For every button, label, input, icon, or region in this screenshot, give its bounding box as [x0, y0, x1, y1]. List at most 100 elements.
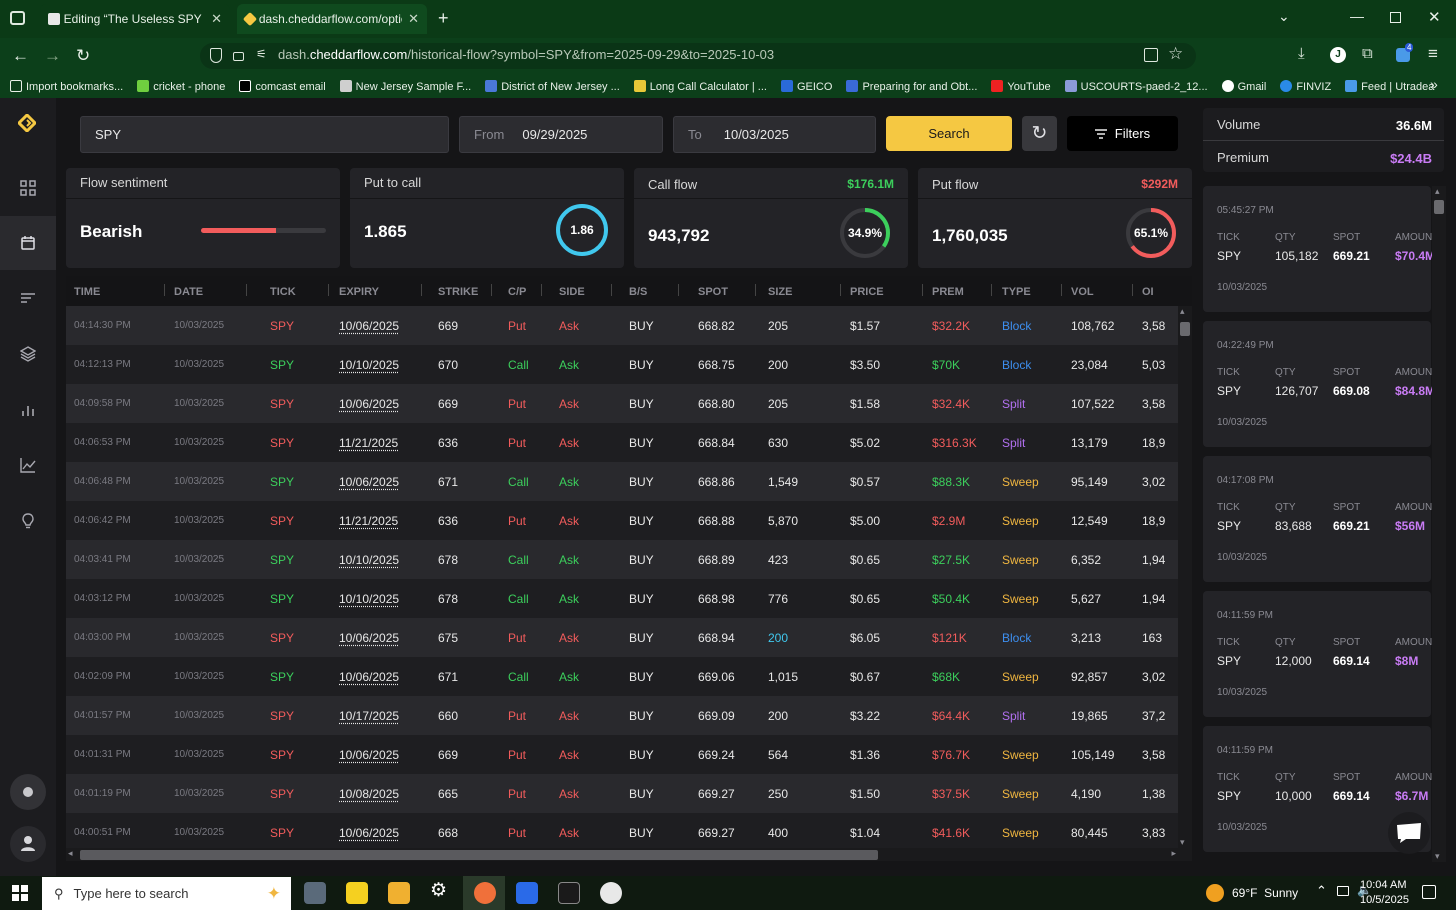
table-row[interactable]: 04:14:30 PM 10/03/2025 SPY 10/06/2025 669 Put… [66, 306, 1192, 345]
column-header-time[interactable]: TIME [74, 286, 100, 298]
column-separator[interactable] [678, 284, 679, 296]
column-header-oi[interactable]: OI [1142, 286, 1154, 298]
user-avatar-icon[interactable] [10, 826, 46, 862]
taskbar-search[interactable]: ⚲ Type here to search ✦ [42, 877, 291, 910]
filters-button[interactable]: Filters [1067, 116, 1178, 151]
close-tab-icon[interactable]: ✕ [205, 11, 222, 27]
cell-expiry[interactable]: 10/06/2025 [339, 631, 399, 645]
bookmark-youtube[interactable]: YouTube [991, 79, 1051, 93]
bookmark-finviz[interactable]: FINVIZ [1280, 79, 1331, 93]
close-tab-icon[interactable]: ✕ [402, 11, 419, 27]
bar-chart-icon[interactable] [14, 396, 42, 424]
settings-icon[interactable]: ⚙ [430, 879, 447, 902]
column-separator[interactable] [840, 284, 841, 296]
table-row[interactable]: 04:06:42 PM 10/03/2025 SPY 11/21/2025 636 Put… [66, 501, 1192, 540]
outlook-icon[interactable] [516, 882, 538, 904]
bookmark-nj-sample[interactable]: New Jersey Sample F... [339, 79, 471, 93]
scroll-up-icon[interactable]: ▴ [1180, 306, 1185, 317]
weather-text[interactable]: 69°F Sunny [1232, 886, 1298, 900]
new-tab-icon[interactable]: + [438, 8, 449, 29]
column-separator[interactable] [1061, 284, 1062, 296]
column-separator[interactable] [328, 284, 329, 296]
to-date-input[interactable]: To 10/03/2025 [673, 116, 876, 153]
column-header-cp[interactable]: C/P [508, 286, 526, 298]
column-header-size[interactable]: SIZE [768, 286, 792, 298]
dashboard-grid-icon[interactable] [14, 174, 42, 202]
account-icon[interactable]: J [1330, 47, 1346, 63]
lightbulb-icon[interactable] [14, 507, 42, 535]
start-icon[interactable] [12, 885, 28, 901]
line-chart-icon[interactable] [14, 451, 42, 479]
bookmark-geico[interactable]: GEICO [780, 79, 832, 93]
tradingview-icon[interactable] [558, 882, 580, 904]
column-header-tick[interactable]: TICK [270, 286, 296, 298]
filter-list-icon[interactable] [14, 284, 42, 312]
firefox-icon[interactable] [474, 882, 496, 904]
column-header-bs[interactable]: B/S [629, 286, 647, 298]
theme-toggle-icon[interactable] [10, 774, 46, 810]
bookmark-cricket[interactable]: cricket - phone [137, 79, 225, 93]
back-icon[interactable]: ← [12, 46, 29, 66]
cell-expiry[interactable]: 11/21/2025 [339, 514, 398, 528]
column-header-side[interactable]: SIDE [559, 286, 585, 298]
bookmark-gmail[interactable]: Gmail [1221, 79, 1266, 93]
cell-expiry[interactable]: 10/06/2025 [339, 397, 399, 411]
scroll-down-icon[interactable]: ▾ [1180, 837, 1185, 848]
cell-expiry[interactable]: 10/06/2025 [339, 670, 399, 684]
table-row[interactable]: 04:01:57 PM 10/03/2025 SPY 10/17/2025 660 Put… [66, 696, 1192, 735]
paint-icon[interactable] [600, 882, 622, 904]
cheddarflow-logo-icon[interactable] [16, 112, 38, 134]
table-row[interactable]: 04:12:13 PM 10/03/2025 SPY 10/10/2025 670 Cal… [66, 345, 1192, 384]
cell-expiry[interactable]: 10/06/2025 [339, 475, 399, 489]
table-row[interactable]: 04:03:00 PM 10/03/2025 SPY 10/06/2025 675 Put… [66, 618, 1192, 657]
column-separator[interactable] [922, 284, 923, 296]
trades-scroll-up-icon[interactable]: ▴ [1435, 186, 1440, 197]
tab-overview-icon[interactable] [10, 11, 25, 25]
bookmark-star-icon[interactable]: ☆ [1168, 44, 1183, 64]
bookmark-utradea[interactable]: Feed | Utradea [1345, 79, 1434, 93]
cell-expiry[interactable]: 11/21/2025 [339, 436, 398, 450]
trades-scroll-down-icon[interactable]: ▾ [1435, 851, 1440, 862]
cell-expiry[interactable]: 10/06/2025 [339, 826, 399, 840]
horizontal-scroll-thumb[interactable] [80, 850, 878, 860]
column-separator[interactable] [491, 284, 492, 296]
symbol-input[interactable]: SPY [80, 116, 449, 153]
cell-expiry[interactable]: 10/10/2025 [339, 553, 399, 567]
cell-expiry[interactable]: 10/10/2025 [339, 592, 399, 606]
table-row[interactable]: 04:06:48 PM 10/03/2025 SPY 10/06/2025 671 Cal… [66, 462, 1192, 501]
large-trade-card[interactable]: 04:22:49 PM TICK SPY QTY 126,707 SPOT 669.08 AM… [1203, 321, 1438, 447]
menu-icon[interactable]: ≡ [1428, 44, 1438, 64]
notification-icon[interactable] [1422, 885, 1436, 899]
more-bookmarks-icon[interactable]: » [1430, 76, 1438, 92]
reload-icon[interactable]: ↻ [76, 46, 90, 66]
cell-expiry[interactable]: 10/06/2025 [339, 748, 399, 762]
downloads-icon[interactable]: ⤓ [1298, 45, 1305, 62]
trades-scrollbar[interactable]: ▴ ▾ [1432, 186, 1446, 862]
close-window-icon[interactable]: ✕ [1428, 8, 1441, 26]
clock-date[interactable]: 10/5/2025 [1360, 894, 1409, 906]
vertical-scroll-thumb[interactable] [1180, 322, 1190, 336]
table-row[interactable]: 04:06:53 PM 10/03/2025 SPY 11/21/2025 636 Put… [66, 423, 1192, 462]
chat-icon[interactable] [1388, 812, 1430, 854]
layers-icon[interactable] [14, 340, 42, 368]
table-row[interactable]: 04:09:58 PM 10/03/2025 SPY 10/06/2025 669 Put… [66, 384, 1192, 423]
table-row[interactable]: 04:03:12 PM 10/03/2025 SPY 10/10/2025 678 Cal… [66, 579, 1192, 618]
forward-icon[interactable]: → [44, 46, 61, 66]
tab-cheddarflow[interactable]: dash.cheddarflow.com/options- ✕ [237, 4, 427, 34]
extensions-icon[interactable]: ⧉ [1362, 45, 1373, 62]
column-separator[interactable] [541, 284, 542, 296]
reader-view-icon[interactable] [1144, 48, 1158, 62]
large-trade-card[interactable]: 04:17:08 PM TICK SPY QTY 83,688 SPOT 669.21 AMO… [1203, 456, 1438, 582]
table-row[interactable]: 04:03:41 PM 10/03/2025 SPY 10/10/2025 678 Cal… [66, 540, 1192, 579]
column-header-type[interactable]: TYPE [1002, 286, 1031, 298]
cell-expiry[interactable]: 10/08/2025 [339, 787, 399, 801]
column-separator[interactable] [611, 284, 612, 296]
column-separator[interactable] [246, 284, 247, 296]
bookmark-import[interactable]: Import bookmarks... [10, 79, 123, 93]
column-header-prem[interactable]: PREM [932, 286, 964, 298]
calendar-icon[interactable] [14, 229, 42, 257]
table-row[interactable]: 04:00:51 PM 10/03/2025 SPY 10/06/2025 668 Put… [66, 813, 1192, 852]
clock-time[interactable]: 10:04 AM [1360, 879, 1406, 891]
trades-scroll-thumb[interactable] [1434, 200, 1444, 214]
table-row[interactable]: 04:01:31 PM 10/03/2025 SPY 10/06/2025 669 Put… [66, 735, 1192, 774]
